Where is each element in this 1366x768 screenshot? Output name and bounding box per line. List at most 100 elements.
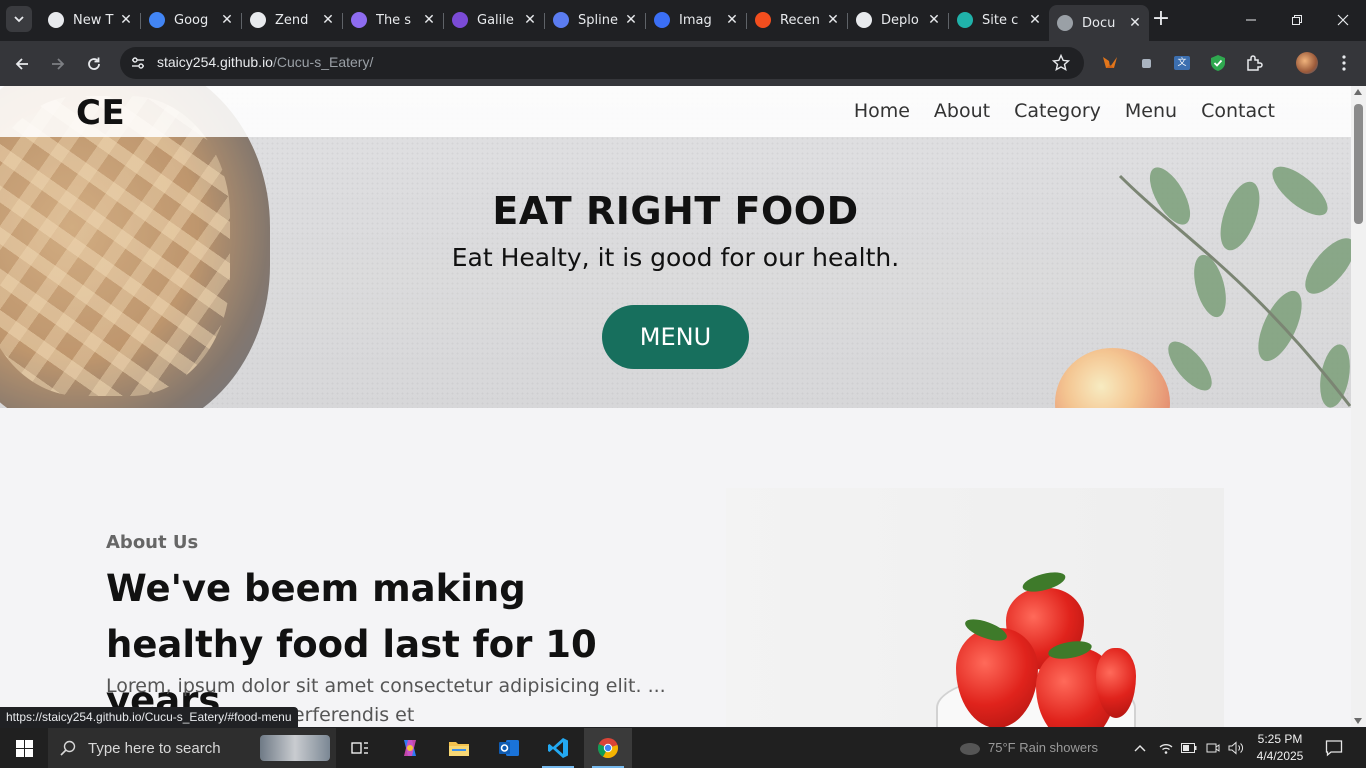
extensions-puzzle-icon[interactable] [1243, 52, 1265, 74]
new-tab-button[interactable]: + [1150, 8, 1172, 31]
restore-icon [1292, 15, 1302, 25]
restore-button[interactable] [1274, 0, 1320, 40]
close-icon [1337, 14, 1349, 26]
tab-favicon-icon [856, 12, 872, 28]
browser-tab[interactable]: Recen ✕ [747, 5, 848, 35]
taskbar-file-explorer[interactable] [435, 728, 483, 768]
search-icon [60, 740, 76, 756]
outlook-icon [499, 740, 519, 756]
tab-close-icon[interactable]: ✕ [522, 12, 538, 28]
chevron-down-icon [14, 16, 24, 23]
network-wifi-icon[interactable] [1157, 739, 1175, 757]
clock-date: 4/4/2025 [1256, 749, 1304, 763]
scroll-down-arrow-icon[interactable] [1354, 718, 1362, 724]
site-logo[interactable]: CE [76, 93, 125, 133]
taskbar-weather[interactable]: 75°F Rain showers [958, 740, 1098, 757]
task-view-icon [351, 742, 368, 754]
browser-tab[interactable]: Imag ✕ [646, 5, 747, 35]
minimize-button[interactable] [1228, 0, 1274, 40]
profile-avatar[interactable] [1296, 52, 1318, 74]
extension-square-icon[interactable] [1135, 52, 1157, 74]
browser-menu-button[interactable] [1333, 52, 1355, 74]
tab-favicon-icon [452, 12, 468, 28]
url-text: staicy254.github.io/Cucu-s_Eatery/ [157, 54, 373, 70]
hero-menu-button[interactable]: MENU [602, 305, 749, 369]
browser-tab[interactable]: New T ✕ [40, 5, 141, 35]
tab-close-icon[interactable]: ✕ [421, 12, 437, 28]
copilot-icon [404, 740, 416, 756]
page-scrollbar[interactable] [1351, 86, 1366, 727]
nav-link-category[interactable]: Category [1014, 100, 1101, 122]
nav-link-about[interactable]: About [934, 100, 990, 122]
scroll-up-arrow-icon[interactable] [1354, 89, 1362, 95]
meet-now-icon[interactable] [1204, 739, 1222, 757]
taskbar-outlook[interactable] [485, 728, 533, 768]
link-status-bubble: https://staicy254.github.io/Cucu-s_Eater… [0, 707, 298, 728]
browser-tab[interactable]: Deplo ✕ [848, 5, 949, 35]
tab-close-icon[interactable]: ✕ [219, 12, 235, 28]
extension-shield-icon[interactable] [1207, 52, 1229, 74]
browser-tab[interactable]: Docu ✕ [1049, 5, 1149, 41]
back-button[interactable] [9, 51, 35, 77]
tab-title: Docu [1082, 15, 1116, 31]
taskbar-copilot[interactable] [386, 728, 434, 768]
tab-favicon-icon [351, 12, 367, 28]
tab-close-icon[interactable]: ✕ [926, 12, 942, 28]
nav-link-contact[interactable]: Contact [1201, 100, 1275, 122]
browser-tab[interactable]: Galile ✕ [444, 5, 545, 35]
tab-search-button[interactable] [6, 6, 32, 32]
address-bar[interactable]: staicy254.github.io/Cucu-s_Eatery/ [120, 47, 1084, 79]
notification-icon [1325, 740, 1343, 757]
tab-close-icon[interactable]: ✕ [623, 12, 639, 28]
site-info-icon[interactable] [130, 55, 146, 71]
tab-title: Goog [174, 12, 209, 28]
extension-translate-icon[interactable]: 文 [1171, 52, 1193, 74]
close-window-button[interactable] [1320, 0, 1366, 40]
tray-overflow-chevron-up-icon[interactable] [1131, 739, 1149, 757]
tab-close-icon[interactable]: ✕ [724, 12, 740, 28]
tab-close-icon[interactable]: ✕ [1027, 12, 1043, 28]
volume-icon[interactable] [1227, 739, 1245, 757]
nav-link-home[interactable]: Home [854, 100, 910, 122]
browser-tab[interactable]: The s ✕ [343, 5, 444, 35]
browser-tab[interactable]: Zend ✕ [242, 5, 343, 35]
tab-favicon-icon [755, 12, 771, 28]
extension-metamask-icon[interactable] [1099, 52, 1121, 74]
tab-strip: New T ✕ Goog ✕ Zend ✕ The s ✕ Galile ✕ Spline ✕ Imag… [0, 0, 1366, 41]
task-view-button[interactable] [336, 728, 384, 768]
tab-title: Site c [982, 12, 1019, 28]
battery-icon[interactable] [1180, 739, 1198, 757]
url-host: staicy254.github.io [157, 54, 273, 70]
tab-close-icon[interactable]: ✕ [1127, 15, 1143, 31]
chrome-icon [597, 738, 618, 759]
nav-link-menu[interactable]: Menu [1125, 100, 1177, 122]
browser-tab[interactable]: Goog ✕ [141, 5, 242, 35]
tab-title: The s [376, 12, 412, 28]
minimize-icon [1246, 19, 1256, 21]
tab-title: New T [73, 12, 114, 28]
site-nav: Home About Category Menu Contact [854, 100, 1275, 122]
site-header: CE Home About Category Menu Contact [0, 86, 1351, 137]
browser-tab[interactable]: Site c ✕ [949, 5, 1049, 35]
tab-close-icon[interactable]: ✕ [118, 12, 134, 28]
tab-favicon-icon [654, 12, 670, 28]
more-vertical-icon [1342, 55, 1346, 71]
taskbar-vscode[interactable] [534, 728, 582, 768]
taskbar-search-box[interactable]: Type here to search [48, 728, 336, 768]
taskbar-clock[interactable]: 5:25 PM 4/4/2025 [1252, 731, 1308, 765]
tab-close-icon[interactable]: ✕ [320, 12, 336, 28]
forward-button[interactable] [45, 51, 71, 77]
scroll-thumb[interactable] [1354, 104, 1363, 224]
reload-button[interactable] [81, 51, 107, 77]
tab-title: Recen [780, 12, 820, 28]
browser-toolbar: staicy254.github.io/Cucu-s_Eatery/ 文 [0, 41, 1366, 86]
arrow-left-icon [15, 58, 28, 70]
bookmark-star-icon[interactable] [1052, 54, 1070, 72]
browser-tab[interactable]: Spline ✕ [545, 5, 646, 35]
notifications-button[interactable] [1324, 738, 1344, 758]
tab-close-icon[interactable]: ✕ [825, 12, 841, 28]
hero-section: CE Home About Category Menu Contact EAT … [0, 86, 1351, 408]
url-path: /Cucu-s_Eatery/ [272, 54, 374, 70]
start-button[interactable] [0, 728, 48, 768]
taskbar-chrome[interactable] [584, 728, 632, 768]
